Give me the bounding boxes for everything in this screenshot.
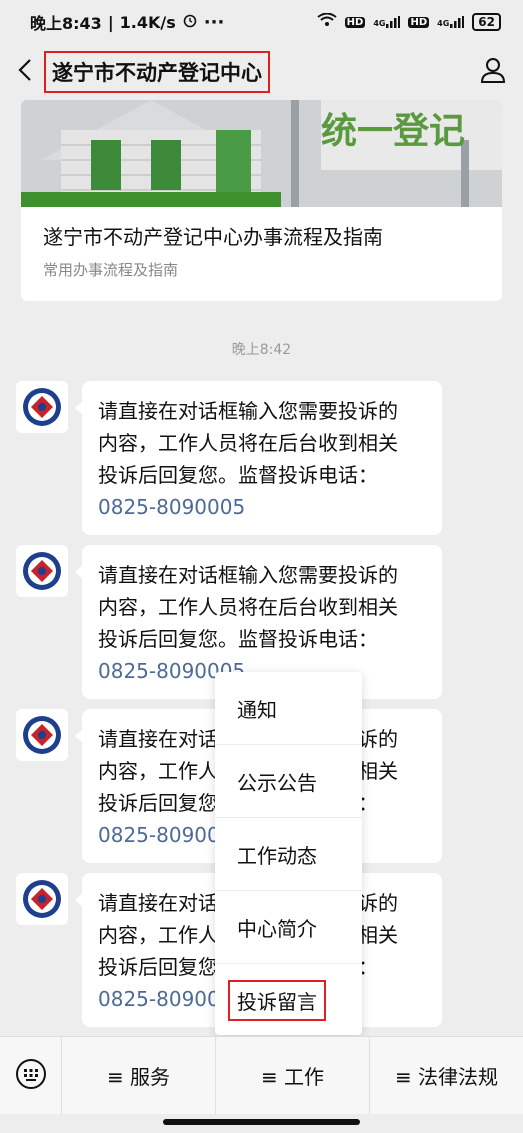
menu-item-work-news[interactable]: 工作动态 [215,818,362,891]
person-icon [479,56,507,88]
phone-link[interactable]: 0825-8090005 [98,491,426,523]
image-caption: 统一登记 [321,111,466,152]
hd-badge-icon-2: HD [408,16,430,28]
submenu-popup: 通知 公示公告 工作动态 中心简介 投诉留言 [215,672,362,1035]
message-bubble[interactable]: 请直接在对话框输入您需要投诉的 内容，工作人员将在后台收到相关 投诉后回复您。监… [75,381,442,535]
menu-work[interactable]: ≡ 工作 [216,1036,370,1115]
page-title: 遂宁市不动产登记中心 [44,51,270,93]
article-title: 遂宁市不动产登记中心办事流程及指南 [43,225,383,249]
status-time: 晚上8:43 [30,14,102,33]
status-bar: 晚上8:43 | 1.4K/s ··· HD 4G HD 4G 62 [0,0,523,44]
navigation-bar: 遂宁市不动产登记中心 [0,44,523,100]
chevron-left-icon [18,58,32,86]
menu-item-complaint[interactable]: 投诉留言 [215,964,362,1037]
status-speed: 1.4K/s [119,12,176,32]
menu-laws[interactable]: ≡ 法律法规 [370,1037,523,1115]
article-subtitle: 常用办事流程及指南 [43,261,179,279]
avatar[interactable] [16,873,68,925]
battery-indicator: 62 [472,13,501,31]
hd-badge-icon: HD [344,16,366,28]
more-dots: ··· [203,11,225,33]
alarm-icon [182,12,198,32]
avatar[interactable] [16,381,68,433]
article-card[interactable]: 统一登记 遂宁市不动产登记中心办事流程及指南 常用办事流程及指南 [21,100,502,301]
home-indicator[interactable] [163,1119,360,1125]
article-image: 统一登记 [21,100,502,207]
bottom-menu-bar: ≡ 服务 ≡ 工作 ≡ 法律法规 [0,1036,523,1115]
keyboard-icon [15,1058,47,1094]
menu-service[interactable]: ≡ 服务 [62,1036,216,1115]
keyboard-toggle-button[interactable] [0,1036,62,1115]
wifi-icon [317,12,337,31]
avatar[interactable] [16,709,68,761]
message-timestamp: 晚上8:42 [231,342,292,358]
menu-item-notice[interactable]: 通知 [215,672,362,745]
back-button[interactable] [0,44,50,100]
menu-item-announcements[interactable]: 公示公告 [215,745,362,818]
avatar[interactable] [16,545,68,597]
signal-icon-1: 4G [373,16,401,28]
profile-button[interactable] [463,44,523,100]
menu-item-center-intro[interactable]: 中心简介 [215,891,362,964]
signal-icon-2: 4G [437,16,465,28]
